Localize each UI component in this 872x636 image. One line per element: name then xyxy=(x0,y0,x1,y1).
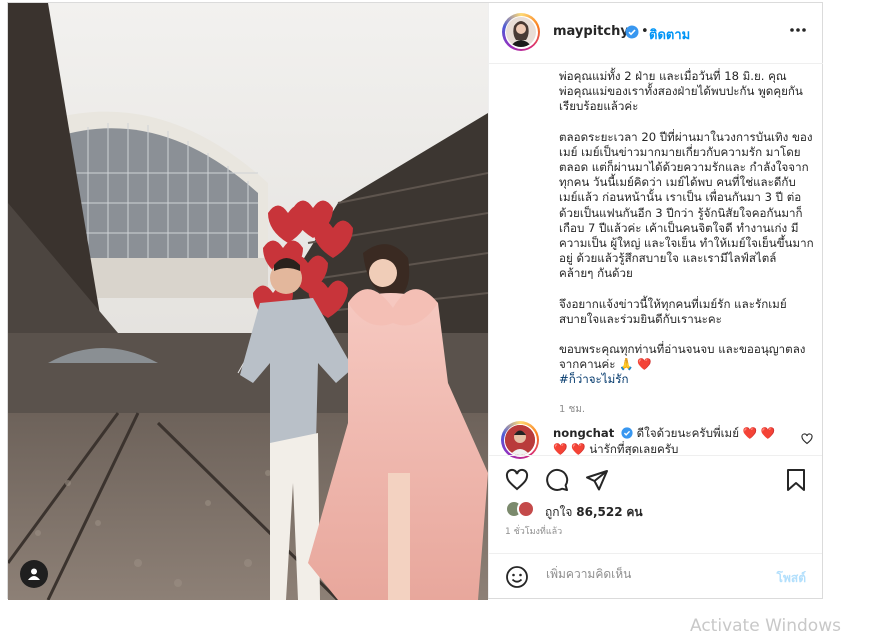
comment-text: nongchat ดีใจด้วยนะครับพี่เมย์ ❤️ ❤️ ❤️ … xyxy=(553,425,793,457)
instagram-post: maypitchy • ติดตาม พ่อคุณแม่ทั้ง 2 ฝ่าย … xyxy=(7,2,823,600)
caption-paragraph: ขอบพระคุณทุกท่านที่อ่านจนจบ และขออนุญาตล… xyxy=(559,342,806,372)
likes-unit: คน xyxy=(626,505,643,519)
likes-count: 86,522 xyxy=(576,505,623,519)
post-header: maypitchy • ติดตาม xyxy=(489,3,823,64)
avatar-image xyxy=(505,425,535,455)
caption-timestamp[interactable]: 1 ชม. xyxy=(559,402,814,417)
commenter-avatar[interactable] xyxy=(501,421,539,459)
comment-bubble-icon[interactable] xyxy=(545,468,569,492)
likes-text: ถูกใจ 86,522 คน xyxy=(545,503,643,522)
os-activation-watermark: Activate Windows xyxy=(690,616,841,636)
author-avatar[interactable] xyxy=(502,13,540,51)
post-actions: ถูกใจ 86,522 คน 1 ชั่วโมงที่แล้ว xyxy=(489,455,822,554)
add-comment-bar: โพสต์ xyxy=(489,553,822,599)
post-caption: พ่อคุณแม่ทั้ง 2 ฝ่าย และเมื่อวันที่ 18 ม… xyxy=(559,69,814,417)
liker-avatar xyxy=(517,500,535,518)
user-tag-icon[interactable] xyxy=(20,560,48,588)
post-comment-button[interactable]: โพสต์ xyxy=(777,569,806,588)
post-photo[interactable] xyxy=(8,3,488,600)
train-station-photo xyxy=(8,3,488,600)
smiley-icon[interactable] xyxy=(505,565,529,589)
comment-input[interactable] xyxy=(544,566,748,582)
paper-plane-icon[interactable] xyxy=(585,468,609,492)
header-separator: • xyxy=(641,24,649,39)
caption-paragraph: พ่อคุณแม่ทั้ง 2 ฝ่าย และเมื่อวันที่ 18 ม… xyxy=(559,69,803,114)
bookmark-icon[interactable] xyxy=(786,468,806,492)
caption-hashtag[interactable]: #ก็ว่าจะไม่รัก xyxy=(559,372,814,387)
heart-icon[interactable] xyxy=(801,433,813,445)
post-timestamp[interactable]: 1 ชั่วโมงที่แล้ว xyxy=(505,524,562,538)
verified-badge-icon xyxy=(621,427,633,439)
person-icon xyxy=(28,568,40,580)
heart-icon[interactable] xyxy=(505,468,529,492)
verified-badge-icon xyxy=(625,25,639,39)
avatar-image xyxy=(506,17,536,47)
likes-label: ถูกใจ xyxy=(545,505,573,519)
more-horizontal-icon[interactable] xyxy=(789,27,807,33)
author-username[interactable]: maypitchy xyxy=(553,24,629,39)
caption-paragraph: ตลอดระยะเวลา 20 ปีที่ผ่านมาในวงการบันเทิ… xyxy=(559,129,814,281)
post-side-panel: maypitchy • ติดตาม พ่อคุณแม่ทั้ง 2 ฝ่าย … xyxy=(488,3,823,598)
caption-paragraph: จึงอยากแจ้งข่าวนี้ให้ทุกคนที่เมย์รัก และ… xyxy=(559,296,787,326)
follow-button[interactable]: ติดตาม xyxy=(649,24,690,45)
commenter-username[interactable]: nongchat xyxy=(553,426,614,440)
